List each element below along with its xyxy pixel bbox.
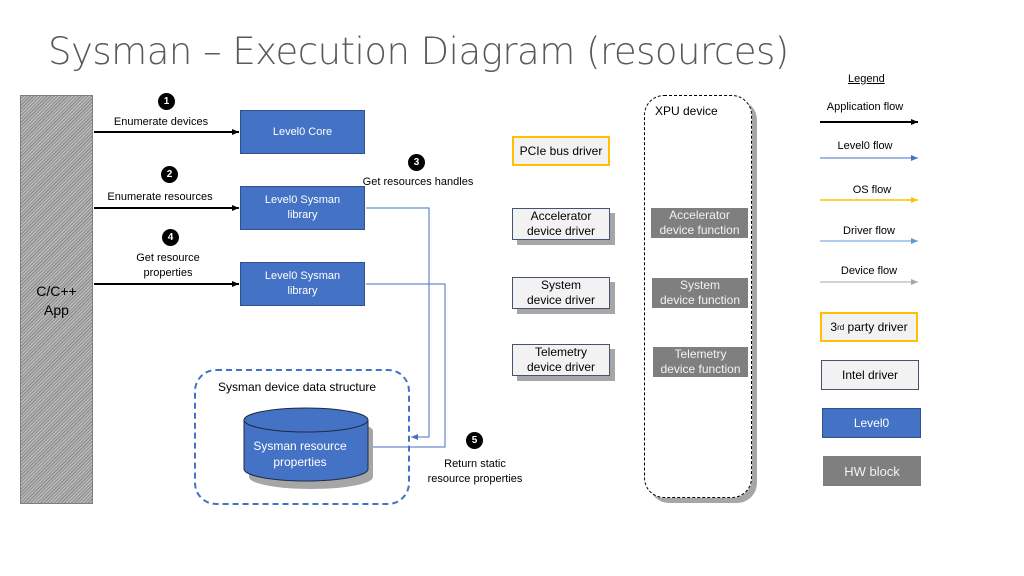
legend-title: Legend [848, 73, 885, 85]
sys-fn-line2: device function [659, 293, 741, 307]
step-5-line1: Return static [444, 458, 506, 470]
sys-fn-line1: System [679, 278, 720, 292]
legend-label-driver-flow: Driver flow [843, 225, 895, 237]
sysman1-line2: library [287, 209, 318, 221]
sysman-resource-properties-store: Sysman resource properties [240, 438, 360, 470]
legend-hw-block: HW block [823, 456, 921, 486]
sysman2-line1: Level0 Sysman [264, 270, 341, 282]
step-label-return-static: Return static resource properties [415, 457, 535, 487]
legend-third-party-pre: 3 [830, 320, 838, 334]
sysman1-line1: Level0 Sysman [264, 194, 341, 206]
step-badge-5: 5 [466, 432, 483, 449]
legend-label-application-flow: Application flow [826, 101, 904, 113]
telemetry-device-function-block: Telemetry device function [653, 347, 748, 377]
legend-intel-driver: Intel driver [821, 360, 919, 390]
tel-fn-line2: device function [660, 362, 741, 376]
step-4-line2: properties [143, 267, 193, 279]
tel-drv-line2: device driver [526, 360, 596, 374]
acc-fn-line1: Accelerator [669, 208, 730, 222]
level0-sysman-library-block-2: Level0 Sysman library [240, 262, 365, 306]
store-line2: properties [273, 455, 327, 469]
telemetry-device-driver-block: Telemetry device driver [512, 344, 610, 376]
sys-drv-line2: device driver [526, 293, 596, 307]
acc-fn-line2: device function [659, 223, 740, 237]
legend-third-party-post: party driver [844, 320, 908, 334]
store-line1: Sysman resource [253, 439, 347, 453]
tel-fn-line1: Telemetry [674, 347, 727, 361]
sys-drv-line1: System [540, 278, 581, 292]
step-badge-3: 3 [408, 154, 425, 171]
legend-third-party-driver: 3rd party driver [820, 312, 918, 342]
system-device-function-block: System device function [652, 278, 748, 308]
level0-sysman-library-block-1: Level0 Sysman library [240, 186, 365, 230]
step-5-line2: resource properties [427, 473, 523, 485]
xpu-device-label: XPU device [655, 104, 718, 118]
accelerator-device-driver-block: Accelerator device driver [512, 208, 610, 240]
sysman-data-structure-label: Sysman device data structure [218, 380, 377, 394]
legend-label-level0-flow: Level0 flow [837, 140, 893, 152]
step-badge-2: 2 [161, 166, 178, 183]
acc-drv-line2: device driver [526, 224, 596, 238]
pcie-bus-driver-block: PCIe bus driver [512, 136, 610, 166]
step-label-get-resources-handles: Get resources handles [362, 176, 474, 188]
legend-third-party-sup: rd [837, 322, 845, 332]
level0-core-block: Level0 Core [240, 110, 365, 154]
acc-drv-line1: Accelerator [530, 209, 592, 223]
system-device-driver-block: System device driver [512, 277, 610, 309]
step-badge-1: 1 [158, 93, 175, 110]
step-badge-4: 4 [162, 229, 179, 246]
legend-label-device-flow: Device flow [840, 265, 898, 277]
step-label-enumerate-devices: Enumerate devices [113, 116, 209, 128]
tel-drv-line1: Telemetry [534, 345, 587, 359]
legend-label-os-flow: OS flow [852, 184, 892, 196]
accelerator-device-function-block: Accelerator device function [651, 208, 748, 238]
step-label-get-resource-properties: Get resource properties [108, 251, 228, 281]
sysman2-line2: library [287, 285, 318, 297]
step-label-enumerate-resources: Enumerate resources [107, 191, 213, 203]
legend-level0: Level0 [822, 408, 921, 438]
step-4-line1: Get resource [136, 252, 200, 264]
